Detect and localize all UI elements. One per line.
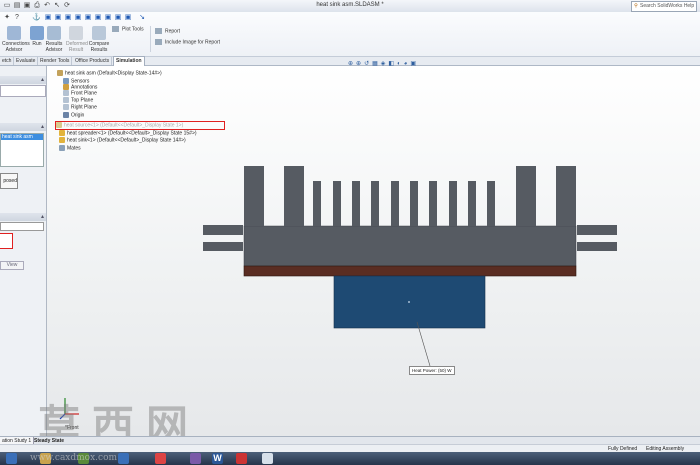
heat-sink-right-tab-lower [577,242,617,251]
run-button[interactable]: Run [30,26,44,47]
heat-sink-outer-fin-right-2 [556,166,576,226]
highlighted-field[interactable] [0,233,13,249]
command-manager-ribbon: ✦ ? ⚓ ▣ ▣ ▣ ▣ ▣ ▣ ▣ ▣ ▣ ↘ Connections Ad… [0,12,700,57]
heat-sink-base [243,225,577,267]
heat-sink-fin [333,181,341,226]
view-cube-icon-5[interactable]: ▣ [84,14,92,22]
view-cube-icon-2[interactable]: ▣ [54,14,62,22]
tab-simulation[interactable]: Simulation [113,56,145,66]
include-image-icon [155,39,162,45]
view-cube-icon-1[interactable]: ▣ [44,14,52,22]
heat-sink-fin [313,181,321,226]
plot-tools-icon [112,26,119,32]
taskbar-app-icon[interactable] [6,453,17,464]
assembly-model[interactable] [47,66,700,436]
results-advisor-icon [47,26,61,40]
heat-sink-fin [449,181,457,226]
compare-results-button[interactable]: Compare Results [88,26,110,53]
heat-sink-left-tab-upper [203,225,243,235]
run-icon [30,26,44,40]
view-cube-icon-3[interactable]: ▣ [64,14,72,22]
view-button[interactable]: View [0,261,24,270]
deformed-result-icon [69,26,83,40]
document-icon[interactable] [262,453,273,464]
solidworks-icon[interactable] [236,453,247,464]
watermark-url: www.caxdmox.com [30,453,118,463]
collapse-icon[interactable]: ▴ [41,213,44,220]
taskbar-app-icon[interactable] [118,453,129,464]
panel-header-1: ▴ [0,76,46,84]
heat-sink-body[interactable] [203,166,617,267]
report-button[interactable]: Report [155,28,180,34]
heat-sink-left-tab-lower [203,242,243,251]
heat-spreader[interactable] [243,265,577,277]
heat-sink-right-tab-upper [577,225,617,235]
panel-header-3: ▴ [0,213,46,221]
help-search-field[interactable]: ⚲ Search SolidWorks Help [631,1,697,12]
search-icon: ⚲ [634,3,638,9]
heat-sink-fin [487,181,495,226]
connections-advisor-icon [7,26,21,40]
callout-leader [416,321,431,367]
heat-power-callout[interactable]: Heat Power: (50) W [409,366,455,375]
graphics-viewport[interactable]: ⊕⊕↺▦◈◧◐◕▣ heat sink asm (Default<Display… [47,61,700,436]
heat-sink-fin [468,181,476,226]
heat-sink-outer-fin-left-1 [244,166,264,226]
view-icon-strip: ✦ ? ⚓ ▣ ▣ ▣ ▣ ▣ ▣ ▣ ▣ ▣ ↘ [0,14,150,24]
taskbar-app-icon[interactable] [155,453,166,464]
heat-sink-fin [410,181,418,226]
selection-list[interactable]: heat sink asm [0,133,44,167]
load-point-marker [408,301,410,303]
window-title: heat sink asm.SLDASM * [316,2,384,8]
report-icon [155,28,162,34]
heat-sink-fin [352,181,360,226]
heat-sink-outer-fin-left-2 [284,166,304,226]
heat-sink-fin [429,181,437,226]
pin-icon[interactable]: ✦ [3,14,11,22]
panel-dropdown[interactable] [0,85,46,97]
view-cube-icon-9[interactable]: ▣ [124,14,132,22]
tab-render-tools[interactable]: Render Tools [38,57,73,65]
taskbar: W www.caxdmox.com [0,452,700,465]
view-cube-icon-4[interactable]: ▣ [74,14,82,22]
results-advisor-button[interactable]: Results Advisor [44,26,64,53]
tab-office-products[interactable]: Office Products [73,57,113,65]
view-cube-icon-6[interactable]: ▣ [94,14,102,22]
taskbar-app-icon[interactable] [190,453,201,464]
heat-sink-fin [391,181,399,226]
view-cube-icon-7[interactable]: ▣ [104,14,112,22]
heat-sink-outer-fin-right-1 [516,166,536,226]
measure-icon[interactable]: ↘ [138,14,146,22]
compare-results-icon [92,26,106,40]
view-cube-icon-8[interactable]: ▣ [114,14,122,22]
panel-header-2: ▴ [0,123,46,131]
collapse-icon[interactable]: ▴ [41,123,44,130]
anchor-icon[interactable]: ⚓ [32,14,41,22]
heat-sink-fin [371,181,379,226]
connections-advisor-button[interactable]: Connections Advisor [2,26,30,53]
collapse-icon[interactable]: ▴ [41,76,44,83]
tab-sketch[interactable]: etch [0,57,15,65]
property-manager-panel: ▴ ▴ heat sink asm posed ▴ View [0,66,47,436]
plot-tools-button[interactable]: Plot Tools [112,26,144,32]
ribbon-separator [150,26,151,52]
selection-list-item[interactable]: heat sink asm [1,134,43,140]
tab-evaluate[interactable]: Evaluate [14,57,39,65]
help-icon[interactable]: ? [13,14,21,22]
word-icon[interactable]: W [212,453,223,464]
panel-action-button[interactable]: posed [0,173,18,189]
panel-select[interactable] [0,222,44,231]
deformed-result-button[interactable]: Deformed Result [66,26,88,53]
include-image-button[interactable]: Include Image for Report [155,39,220,45]
